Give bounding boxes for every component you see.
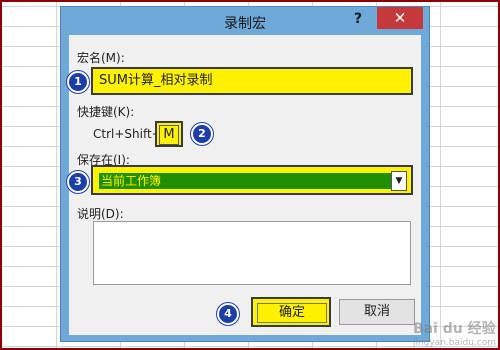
shortcut-key-input[interactable]: M [155, 121, 183, 147]
dialog-title: 录制宏 [224, 16, 266, 32]
store-in-select[interactable]: 当前工作簿 ▼ [91, 165, 413, 195]
step-badge-1: 1 [67, 71, 89, 93]
help-icon[interactable]: ? [347, 9, 369, 29]
shortcut-key-value: M [159, 125, 179, 145]
step-badge-4: 4 [217, 303, 239, 325]
macro-name-label: 宏名(M): [77, 51, 125, 65]
watermark-text: Bai du 经验 [412, 321, 496, 337]
record-macro-dialog: 录制宏 ? ✕ 宏名(M): SUM计算_相对录制 1 快捷键(K): Ctrl… [60, 6, 430, 342]
shortcut-prefix: Ctrl+Shift+ [93, 127, 162, 141]
baidu-watermark: Bai du 经验 jingyan.baidu.com [413, 318, 496, 348]
chevron-down-icon[interactable]: ▼ [391, 171, 407, 191]
description-textarea[interactable] [93, 221, 411, 285]
store-in-selected-value: 当前工作簿 [99, 173, 391, 189]
ok-button-label: 确定 [257, 303, 327, 323]
description-label: 说明(D): [77, 207, 124, 221]
close-icon[interactable]: ✕ [377, 7, 423, 29]
step-badge-3: 3 [67, 171, 89, 193]
ok-button[interactable]: 确定 [251, 297, 331, 327]
shortcut-label: 快捷键(K): [77, 105, 135, 119]
dialog-content: 宏名(M): SUM计算_相对录制 1 快捷键(K): Ctrl+Shift+ … [67, 35, 421, 335]
watermark-url: jingyan.baidu.com [412, 338, 496, 348]
dialog-titlebar[interactable]: 录制宏 ? ✕ [61, 7, 429, 35]
macro-name-input[interactable]: SUM计算_相对录制 [91, 67, 413, 95]
step-badge-2: 2 [191, 123, 213, 145]
cancel-button[interactable]: 取消 [339, 299, 415, 325]
